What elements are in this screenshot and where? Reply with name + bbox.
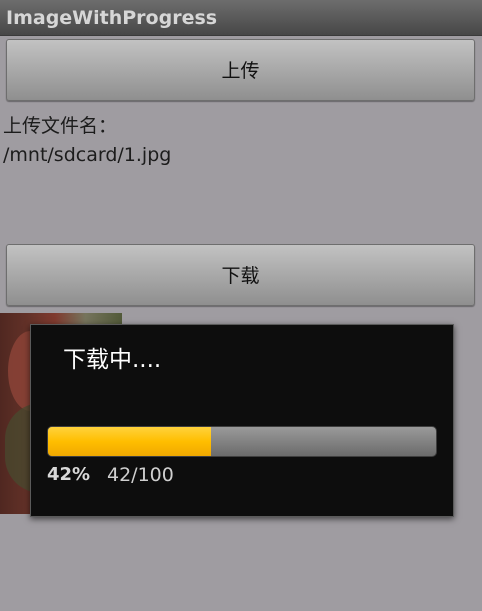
progress-bar-fill xyxy=(48,427,211,456)
progress-dialog-title: 下载中.... xyxy=(63,347,162,373)
upload-filename-label: 上传文件名： xyxy=(3,115,118,137)
progress-dialog: 下载中.... 42% 42/100 xyxy=(30,324,454,517)
upload-button[interactable]: 上传 xyxy=(6,39,475,101)
app-title-bar: ImageWithProgress xyxy=(0,0,482,36)
progress-count: 42/100 xyxy=(107,464,174,486)
app-title: ImageWithProgress xyxy=(6,7,218,29)
download-button[interactable]: 下载 xyxy=(6,244,475,306)
upload-filename-value: /mnt/sdcard/1.jpg xyxy=(3,144,172,166)
progress-bar xyxy=(47,426,437,457)
progress-percent: 42% xyxy=(47,464,91,485)
